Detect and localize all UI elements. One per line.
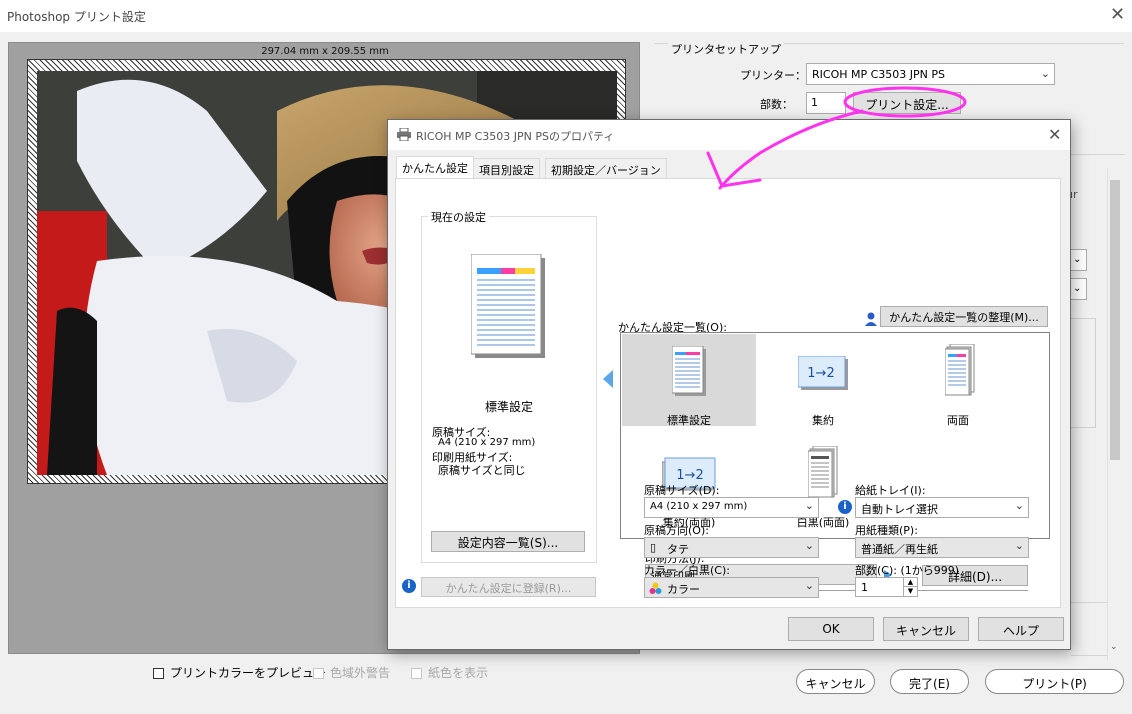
paper-color-label: 紙色を表示 [428,666,489,680]
standard-preset-icon [672,346,706,396]
chevron-down-icon: ⌄ [804,579,814,592]
scroll-down-icon[interactable]: ⌄ [1110,642,1118,652]
combine-preset-icon: 1→2 [798,356,848,390]
copies-spinner-value: 1 [861,581,868,594]
window-titlebar: Photoshop プリント設定 ✕ [0,0,1132,32]
ok-button[interactable]: OK [788,617,874,641]
color-mode-label: カラー／白黒(C): [644,564,730,577]
orientation-value: タテ [667,543,689,556]
chevron-down-icon: ⌄ [1014,539,1024,552]
scrollbar-thumb[interactable] [1110,180,1120,460]
right-panel-scrollbar[interactable]: ⌄ [1107,168,1121,660]
right-panel-partial-label: ır [1070,188,1078,201]
chevron-down-icon: ⌄ [804,499,814,512]
preview-color-option[interactable]: プリントカラーをプレビュー [153,664,326,681]
paper-type-label: 用紙種類(P): [855,524,918,537]
preview-dimensions: 297.04 mm x 209.55 mm [261,46,389,57]
right-panel-box [1071,318,1096,428]
current-settings-label: 現在の設定 [428,209,489,225]
chevron-down-icon: ⌄ [1014,499,1024,512]
chevron-down-icon: ⌄ [804,539,814,552]
properties-dialog: RICOH MP C3503 JPN PSのプロパティ ✕ かんたん設定 項目別… [387,119,1071,650]
preset-duplex[interactable]: 両面 [891,334,1025,427]
gamut-warning-label: 色域外警告 [330,666,391,680]
tab-easy-settings[interactable]: かんたん設定 [396,156,474,180]
cancel-button[interactable]: キャンセル [796,669,875,694]
paper-color-option[interactable]: 紙色を表示 [411,664,488,681]
dialog-close-icon[interactable]: ✕ [1048,125,1061,144]
tab-defaults-version[interactable]: 初期設定／バージョン [545,158,667,180]
settings-list-button[interactable]: 設定内容一覧(S)... [431,531,585,552]
tab-detailed-settings[interactable]: 項目別設定 [473,158,540,180]
original-size-select[interactable]: A4 (210 x 297 mm) ⌄ [644,497,819,518]
preset-standard[interactable]: 標準設定 [622,334,756,427]
printer-setup-group-label: プリンタセットアップ [668,41,784,57]
right-panel-combo-2[interactable]: ⌄ [1071,278,1087,300]
preset-combine[interactable]: 1→2 集約 [756,334,890,427]
annotation-arrow [706,86,967,190]
svg-text:1→2: 1→2 [676,468,703,483]
portrait-icon: ▯ [650,541,657,554]
gamut-warning-checkbox[interactable] [313,668,324,679]
right-panel-line-1 [1071,602,1107,603]
paper-type-value: 普通紙／再生紙 [861,543,938,556]
duplex-preset-icon [945,344,975,396]
manage-presets-button[interactable]: かんたん設定一覧の整理(M)... [880,306,1048,327]
preset-duplex-label: 両面 [947,414,969,427]
color-mode-select[interactable]: カラー ⌄ [644,577,819,598]
current-setting-name: 標準設定 [484,400,533,414]
dialog-title: RICOH MP C3503 JPN PSのプロパティ [416,130,615,143]
register-easy-setting-button[interactable]: かんたん設定に登録(R)... [421,577,596,597]
print-button[interactable]: プリント(P) [985,669,1124,694]
collapse-arrow-icon[interactable] [603,370,613,388]
paper-tray-value: 自動トレイ選択 [861,503,938,516]
right-panel-combo-1[interactable]: ⌄ [1071,249,1087,271]
document-preview-icon [470,253,545,361]
paper-tray-label: 給紙トレイ(I): [855,484,926,497]
help-button[interactable]: ヘルプ [978,617,1064,641]
svg-text:1→2: 1→2 [807,366,834,381]
chevron-down-icon: ⌄ [1040,67,1050,80]
gamut-warning-option[interactable]: 色域外警告 [313,664,390,681]
info-icon: i [402,579,416,593]
preview-color-label: プリントカラーをプレビュー [170,666,327,680]
right-panel-line-2 [1071,655,1107,656]
color-dots-icon [649,582,662,594]
mono-duplex-preset-icon [808,446,838,498]
printer-icon [397,127,411,144]
orientation-label: 原稿方向(O): [644,524,709,537]
preview-color-checkbox[interactable] [153,668,164,679]
user-icon-shape [865,312,877,329]
paper-type-select[interactable]: 普通紙／再生紙 ⌄ [855,537,1029,558]
window-title: Photoshop プリント設定 [7,10,146,24]
original-size-value: A4 (210 x 297 mm) [650,501,748,512]
paper-size-summary-value: 原稿サイズと同じ [438,464,526,477]
paper-tray-select[interactable]: 自動トレイ選択 ⌄ [855,497,1029,518]
paper-tray-info-icon: i [838,500,852,514]
original-size-label: 原稿サイズ(D): [644,484,720,497]
color-mode-value: カラー [667,583,700,596]
original-size-summary-value: A4 (210 x 297 mm) [438,437,536,448]
preset-combine-label: 集約 [812,414,834,427]
preset-standard-label: 標準設定 [667,414,711,427]
done-button[interactable]: 完了(E) [890,669,969,694]
copies-spinner[interactable]: 1 ▲ ▼ [855,577,918,597]
close-icon[interactable]: ✕ [1110,4,1125,25]
paper-color-checkbox[interactable] [411,668,422,679]
orientation-select[interactable]: ▯ タテ ⌄ [644,537,819,558]
spinner-down-icon[interactable]: ▼ [903,587,917,596]
dialog-cancel-button[interactable]: キャンセル [883,617,969,641]
copies-range-label: 部数(C): (1から999) [855,564,960,577]
spinner-up-icon[interactable]: ▲ [903,578,917,587]
